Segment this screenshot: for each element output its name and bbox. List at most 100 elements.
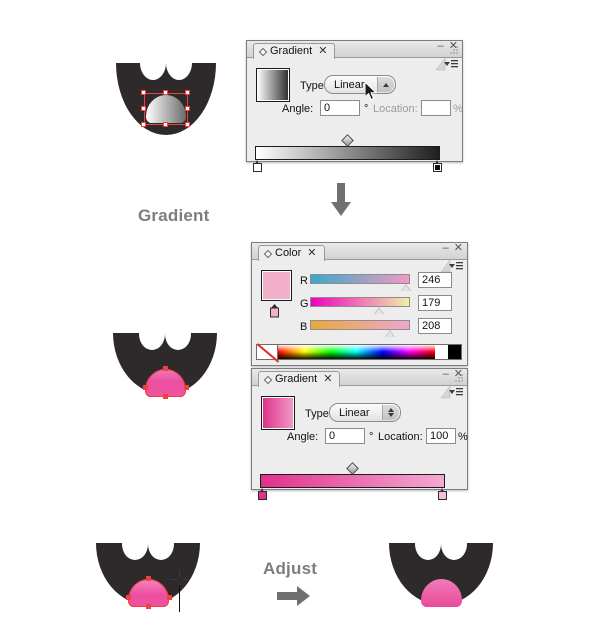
none-swatch-icon[interactable] <box>257 345 278 359</box>
angle-input[interactable]: 0 <box>325 428 365 444</box>
white-swatch[interactable] <box>435 345 448 359</box>
canvas: Gradient Adjust Gradient ✕ – ✕ Type: Lin… <box>0 0 600 631</box>
minimize-icon[interactable]: – <box>443 369 449 380</box>
chevron-up-icon <box>383 82 389 87</box>
path-anchor-point[interactable] <box>167 595 172 600</box>
channel-value-r: 246 <box>422 274 441 286</box>
path-anchor-point[interactable] <box>126 595 131 600</box>
channel-track-g[interactable] <box>310 297 410 307</box>
location-input[interactable] <box>421 100 451 116</box>
dropdown-spinner[interactable] <box>382 405 399 420</box>
panel-tab-diamond-icon <box>263 375 273 384</box>
channel-label-b: B <box>300 321 308 333</box>
panel-titlebar[interactable]: Color ✕ – ✕ <box>252 243 467 261</box>
gradient-slider[interactable] <box>253 134 442 172</box>
panel-resize-grip[interactable] <box>450 46 459 55</box>
selection-handle[interactable] <box>185 122 190 127</box>
path-anchor-point[interactable] <box>146 576 151 581</box>
close-icon[interactable]: ✕ <box>454 243 463 254</box>
tab-close-icon[interactable]: ✕ <box>307 248 316 259</box>
location-input[interactable]: 100 <box>426 428 456 444</box>
fill-color-swatch[interactable] <box>261 270 292 301</box>
stop-color-swatch <box>433 163 442 172</box>
location-unit: % <box>458 431 468 443</box>
panel-tab-label: Gradient <box>275 373 318 385</box>
selection-bounding-box <box>144 93 188 125</box>
selection-handle[interactable] <box>141 122 146 127</box>
gradient-type-dropdown[interactable]: Linear <box>324 75 396 94</box>
gradient-stop-end[interactable] <box>438 488 447 500</box>
channel-input-g[interactable]: 179 <box>418 295 452 311</box>
black-swatch[interactable] <box>448 345 461 359</box>
minimize-icon[interactable]: – <box>438 41 444 52</box>
panel-resize-grip[interactable] <box>455 374 464 383</box>
panel-titlebar[interactable]: Gradient ✕ – ✕ <box>252 369 467 387</box>
panel-menu-icon[interactable] <box>436 58 458 71</box>
gradient-type-dropdown[interactable]: Linear <box>329 403 401 422</box>
dropdown-spinner[interactable] <box>377 77 394 92</box>
minimize-icon[interactable]: – <box>443 243 449 254</box>
location-unit: % <box>453 103 463 115</box>
channel-thumb-r[interactable] <box>401 284 411 291</box>
selection-handle[interactable] <box>163 122 168 127</box>
artwork-bottom-right[interactable] <box>389 528 493 607</box>
channel-track-b[interactable] <box>310 320 410 330</box>
panel-menu-icon[interactable] <box>441 386 463 399</box>
panel-titlebar[interactable]: Gradient ✕ – ✕ <box>247 41 462 59</box>
path-anchor-point[interactable] <box>143 385 148 390</box>
channel-input-r[interactable]: 246 <box>418 272 452 288</box>
angle-value: 0 <box>324 102 331 114</box>
mouth-notch-left <box>122 528 148 560</box>
gradient-stop-start[interactable] <box>258 488 267 500</box>
artwork-middle[interactable] <box>113 318 217 399</box>
panel-tab-gradient[interactable]: Gradient ✕ <box>253 43 336 59</box>
path-anchor-point[interactable] <box>163 366 168 371</box>
gradient-stop-start[interactable] <box>253 160 262 172</box>
angle-unit: ° <box>364 103 369 115</box>
angle-input[interactable]: 0 <box>320 100 360 116</box>
panel-tab-label: Color <box>275 247 302 259</box>
gradient-slider[interactable] <box>258 462 447 500</box>
gradient-preview-swatch[interactable] <box>261 396 295 430</box>
tab-close-icon[interactable]: ✕ <box>318 46 327 57</box>
color-spectrum-bar[interactable] <box>256 344 462 360</box>
gradient-ramp[interactable] <box>255 146 440 160</box>
artwork-top[interactable] <box>116 46 216 135</box>
angle-label: Angle: <box>287 431 319 443</box>
path-anchor-point[interactable] <box>163 394 168 399</box>
mouth-notch-right <box>166 46 192 80</box>
window-buttons[interactable]: – ✕ <box>443 243 463 254</box>
selection-handle[interactable] <box>141 90 146 95</box>
location-label: Location: <box>373 103 418 115</box>
tab-close-icon[interactable]: ✕ <box>323 374 332 385</box>
channel-thumb-g[interactable] <box>374 307 384 314</box>
path-anchor-point[interactable] <box>146 604 151 609</box>
chevron-down-icon <box>388 413 394 417</box>
panel-tab-color[interactable]: Color ✕ <box>258 245 325 261</box>
gradient-midpoint-stop[interactable] <box>341 134 354 147</box>
mouth-notch-right <box>148 528 174 560</box>
selection-handle[interactable] <box>163 90 168 95</box>
gradient-stop-end[interactable] <box>433 160 442 172</box>
gradient-ramp[interactable] <box>260 474 445 488</box>
path-anchor-point[interactable] <box>184 385 189 390</box>
type-label: Type: <box>305 408 332 420</box>
channel-track-r[interactable] <box>310 274 410 284</box>
channel-input-b[interactable]: 208 <box>418 318 452 334</box>
gradient-panel-bottom[interactable]: Gradient ✕ – ✕ Type: Linear Angle: 0 ° L… <box>251 368 468 500</box>
channel-thumb-b[interactable] <box>385 330 395 337</box>
step-label-adjust: Adjust <box>263 559 318 578</box>
step-label-gradient: Gradient <box>138 206 210 225</box>
mouse-pointer-icon <box>365 82 377 101</box>
panel-tab-diamond-icon <box>263 249 273 258</box>
gradient-preview-swatch[interactable] <box>256 68 290 102</box>
spectrum-ramp[interactable] <box>278 345 435 359</box>
selection-handle[interactable] <box>141 106 146 111</box>
panel-tab-gradient[interactable]: Gradient ✕ <box>258 371 341 387</box>
angle-unit: ° <box>369 431 374 443</box>
gradient-midpoint-stop[interactable] <box>346 462 359 475</box>
color-panel[interactable]: Color ✕ – ✕ R 246 G 179 B 208 <box>251 242 468 366</box>
selection-handle[interactable] <box>185 106 190 111</box>
selection-handle[interactable] <box>185 90 190 95</box>
gradient-panel-top[interactable]: Gradient ✕ – ✕ Type: Linear Angle: 0 ° L… <box>246 40 463 172</box>
